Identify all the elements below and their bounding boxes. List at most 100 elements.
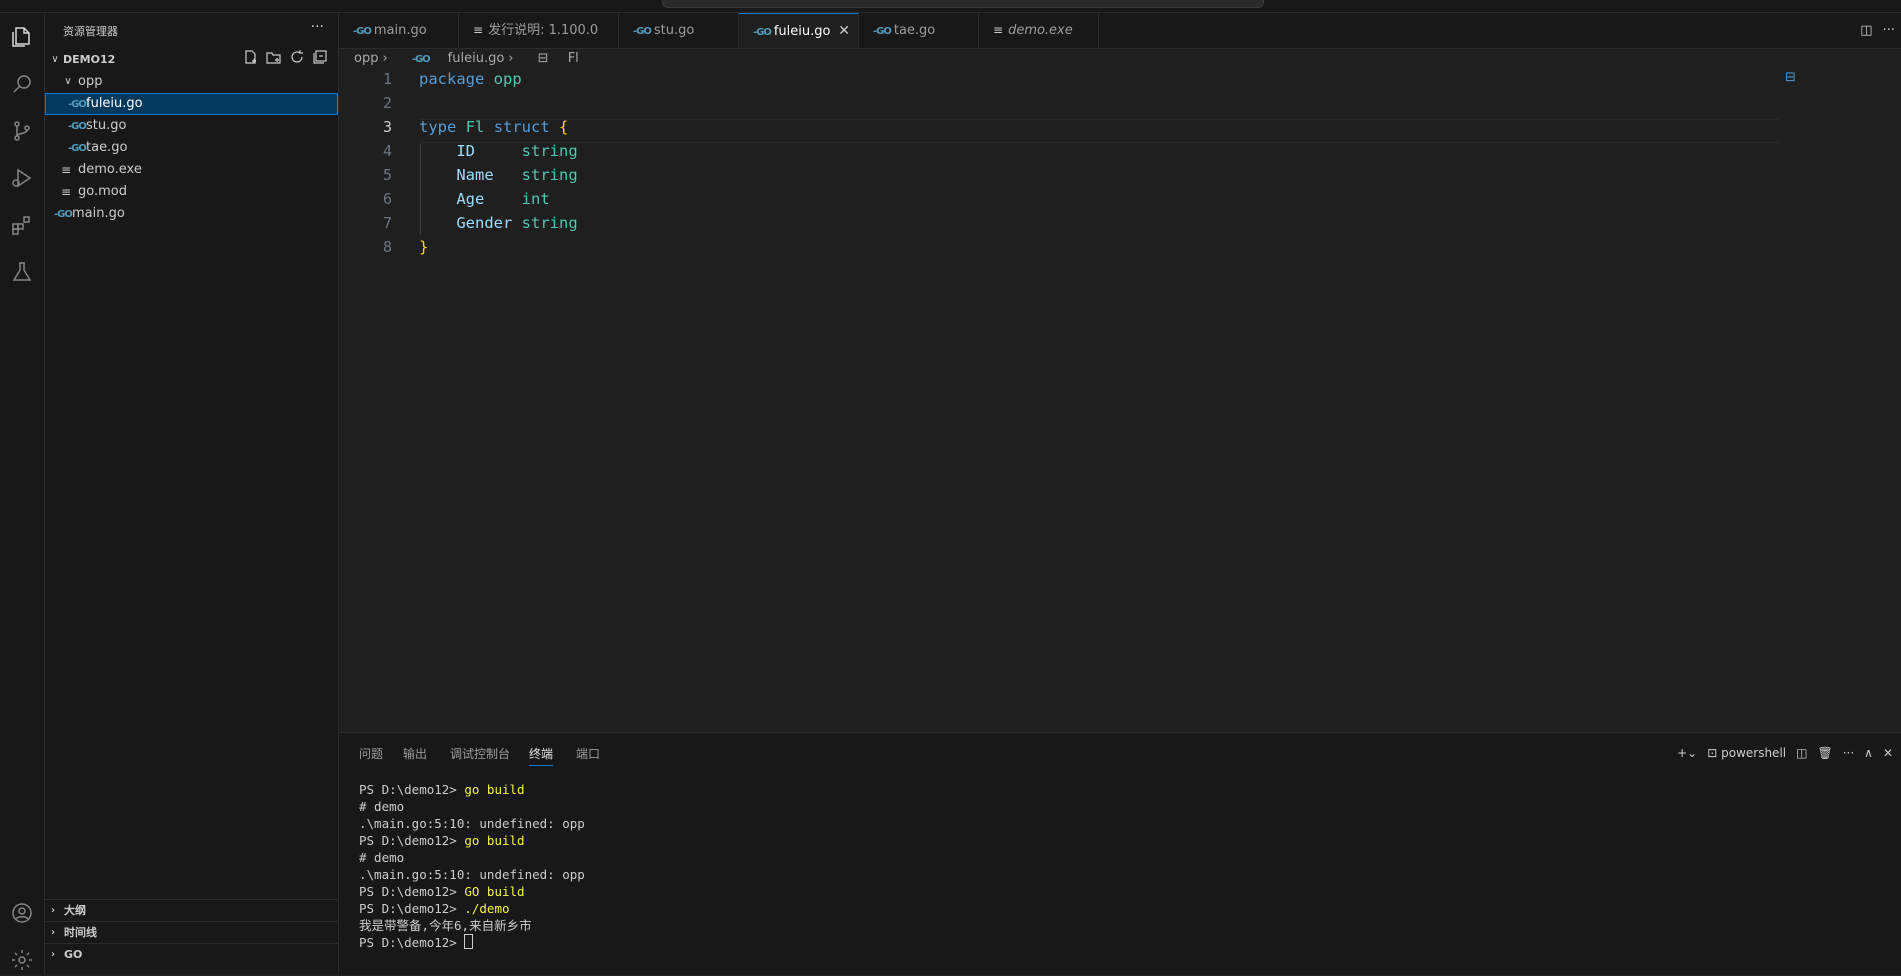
- collapse-all-icon[interactable]: [312, 49, 328, 65]
- tab-output[interactable]: 输出: [403, 743, 427, 765]
- new-file-icon[interactable]: [243, 49, 259, 65]
- tree-item-file[interactable]: -GO fuleiu.go: [45, 93, 338, 115]
- terminal-line: PS D:\demo12> ./demo: [359, 901, 510, 916]
- tree-item-file[interactable]: -GO main.go: [45, 203, 338, 225]
- new-folder-icon[interactable]: [266, 49, 282, 65]
- terminal-profile[interactable]: ⊡ powershell: [1707, 746, 1786, 760]
- go-file-icon: -GO: [353, 26, 372, 37]
- code-line: Gender string: [419, 214, 577, 232]
- search-icon[interactable]: [6, 68, 38, 100]
- terminal-output[interactable]: PS D:\demo12> go build # demo .\main.go:5:…: [359, 781, 585, 951]
- tab-release-notes[interactable]: ≡ 发行说明: 1.100.0: [459, 13, 619, 48]
- go-file-icon: -GO: [68, 143, 87, 154]
- tab-ports[interactable]: 端口: [576, 743, 600, 765]
- tree-item-label: opp: [78, 74, 103, 89]
- tree-item-file[interactable]: ≡ go.mod: [45, 181, 338, 203]
- tree-root-demo12[interactable]: ∨ DEMO12: [45, 49, 338, 71]
- current-line-highlight: [419, 119, 1779, 143]
- tree-actions: [243, 49, 328, 65]
- file-lines-icon: ≡: [61, 185, 72, 199]
- tree-item-file[interactable]: -GO tae.go: [45, 137, 338, 159]
- terminal-line: .\main.go:5:10: undefined: opp: [359, 867, 585, 882]
- timeline-section[interactable]: › 时间线: [45, 921, 338, 944]
- tab-label: demo.exe: [1008, 23, 1073, 38]
- extensions-icon[interactable]: [6, 209, 38, 241]
- terminal-line: 我是带警备,今年6,来自新乡市: [359, 918, 532, 933]
- command-center[interactable]: [662, 0, 1264, 8]
- terminal-cursor: [464, 934, 474, 949]
- tab-stu-go[interactable]: -GO stu.go: [619, 13, 739, 48]
- settings-gear-icon[interactable]: [6, 944, 38, 976]
- editor-tabs: -GO main.go ≡ 发行说明: 1.100.0 -GO stu.go -GO f…: [339, 13, 1901, 49]
- tree-item-folder[interactable]: ∨ opp: [45, 71, 338, 93]
- code-line: ID string: [419, 142, 577, 160]
- chevron-down-icon: ∨: [64, 76, 72, 87]
- chevron-right-icon: ›: [51, 927, 56, 938]
- breadcrumb-folder[interactable]: opp: [354, 51, 378, 66]
- code-editor[interactable]: ⊟ 1 2 3 4 5 6 7 8 package opp type Fl st…: [339, 70, 1901, 732]
- tab-problems[interactable]: 问题: [359, 743, 383, 765]
- trash-icon[interactable]: 🗑: [1817, 746, 1832, 760]
- breadcrumb-file[interactable]: -GO fuleiu.go: [397, 51, 504, 66]
- chevron-right-icon: ›: [382, 51, 388, 66]
- tree-item-label: fuleiu.go: [86, 96, 143, 111]
- tree-item-label: tae.go: [86, 140, 128, 155]
- tab-demo-exe[interactable]: ≡ demo.exe: [979, 13, 1099, 48]
- section-label: 时间线: [64, 926, 97, 939]
- keyword: type: [419, 118, 457, 136]
- close-panel-icon[interactable]: ✕: [1883, 746, 1893, 760]
- tab-label: fuleiu.go: [773, 24, 831, 39]
- go-section[interactable]: › GO: [45, 943, 338, 966]
- split-terminal-icon[interactable]: ◫: [1796, 746, 1807, 760]
- close-icon[interactable]: ✕: [838, 14, 850, 49]
- go-file-icon: -GO: [68, 99, 87, 110]
- split-editor-icon[interactable]: ◫: [1860, 23, 1872, 38]
- outline-section[interactable]: › 大纲: [45, 899, 338, 922]
- tab-main-go[interactable]: -GO main.go: [339, 13, 459, 48]
- brace: }: [419, 238, 429, 256]
- tree-item-file[interactable]: -GO stu.go: [45, 115, 338, 137]
- type-name: Fl: [465, 118, 485, 136]
- maximize-panel-icon[interactable]: ∧: [1864, 746, 1873, 760]
- struct-icon: ⊟: [537, 51, 549, 66]
- line-number: 4: [382, 142, 392, 160]
- tree-item-label: stu.go: [86, 118, 127, 133]
- file-lines-icon: ≡: [473, 23, 484, 37]
- panel-actions: +⌄ ⊡ powershell ◫ 🗑 ··· ∧ ✕: [1677, 741, 1893, 765]
- go-file-icon: -GO: [54, 209, 73, 220]
- code-line: }: [419, 238, 428, 256]
- section-label: GO: [64, 948, 83, 961]
- explorer-sidebar: 资源管理器 ··· ∨ DEMO12 ∨ opp -GO fuleiu.go -…: [45, 13, 339, 974]
- tab-label: main.go: [373, 23, 427, 38]
- refresh-icon[interactable]: [289, 49, 305, 65]
- tab-debug-console[interactable]: 调试控制台: [450, 743, 510, 765]
- line-number: 8: [382, 238, 392, 256]
- tab-fuleiu-go[interactable]: -GO fuleiu.go ✕: [739, 13, 859, 48]
- more-actions-icon[interactable]: ···: [1843, 746, 1854, 760]
- terminal-line: PS D:\demo12> GO build: [359, 884, 525, 899]
- run-debug-icon[interactable]: [6, 162, 38, 194]
- more-actions-icon[interactable]: ···: [1883, 23, 1895, 38]
- minimap-icon[interactable]: ⊟: [1785, 70, 1796, 85]
- line-number: 2: [382, 94, 392, 112]
- sidebar-more-button[interactable]: ···: [311, 19, 324, 35]
- field-name: Gender: [456, 214, 513, 232]
- terminal-line: PS D:\demo12>: [359, 934, 585, 951]
- tab-tae-go[interactable]: -GO tae.go: [859, 13, 979, 48]
- file-lines-icon: ≡: [61, 163, 72, 177]
- chevron-down-icon: ∨: [51, 54, 59, 65]
- tree-item-file[interactable]: ≡ demo.exe: [45, 159, 338, 181]
- new-terminal-icon[interactable]: +⌄: [1677, 746, 1697, 760]
- activity-bar: [0, 13, 45, 974]
- code-line: package opp: [419, 70, 522, 88]
- breadcrumb-symbol[interactable]: ⊟ Fl: [523, 51, 579, 66]
- source-control-icon[interactable]: [6, 115, 38, 147]
- bottom-panel: 问题 输出 调试控制台 终端 端口 +⌄ ⊡ powershell ◫ 🗑 ··…: [339, 732, 1901, 975]
- testing-icon[interactable]: [6, 256, 38, 288]
- tab-terminal[interactable]: 终端: [529, 743, 554, 766]
- explorer-icon[interactable]: [6, 21, 38, 53]
- code-line: Name string: [419, 166, 577, 184]
- chevron-right-icon: ›: [51, 949, 56, 960]
- accounts-icon[interactable]: [6, 897, 38, 929]
- field-type: int: [521, 190, 550, 208]
